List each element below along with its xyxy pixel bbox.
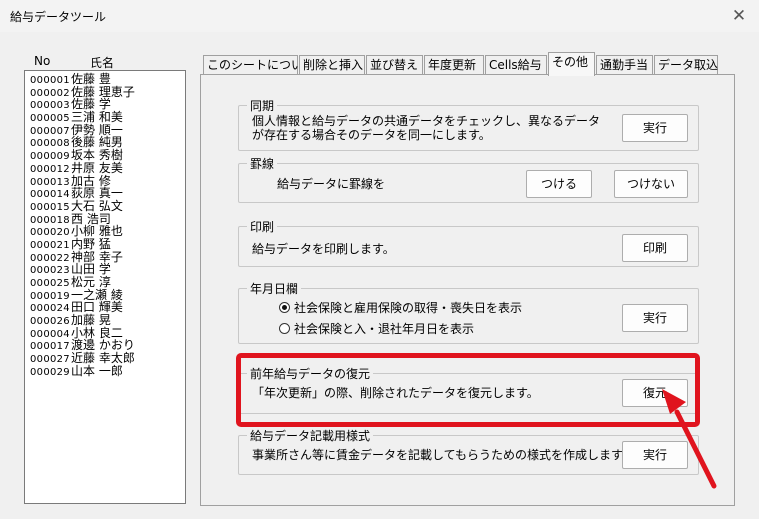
employee-name: 松元 淳 — [71, 275, 111, 289]
border-remove-button[interactable]: つけない — [614, 170, 688, 198]
tab-3[interactable]: 並び替え — [366, 55, 423, 75]
group-print: 印刷 給与データを印刷します。 印刷 — [238, 218, 699, 267]
group-date-column: 年月日欄 社会保険と雇用保険の取得・喪失日を表示 社会保険と入・退社年月日を表示… — [238, 280, 699, 344]
tab-2[interactable]: 削除と挿入 — [299, 55, 365, 75]
list-item[interactable]: 000029山本 一郎 — [30, 365, 185, 378]
employee-name: 佐藤 豊 — [71, 72, 111, 86]
employee-name: 内野 猛 — [71, 236, 111, 251]
sync-description-2: が存在する場合そのデータを同一にします。 — [252, 128, 491, 142]
format-description: 事業所さん等に賃金データを記載してもらうための様式を作成します。 — [252, 448, 634, 462]
date-option-1-label: 社会保険と雇用保険の取得・喪失日を表示 — [294, 301, 523, 315]
border-add-button[interactable]: つける — [526, 170, 592, 198]
group-format-title: 給与データ記載用様式 — [247, 427, 374, 444]
date-run-button[interactable]: 実行 — [622, 304, 688, 332]
list-header-name: 氏名 — [90, 56, 115, 70]
group-sync: 同期 個人情報と給与データの共通データをチェックし、異なるデータ が存在する場合… — [238, 97, 699, 151]
list-item[interactable]: 000027近藤 幸太郎 — [30, 352, 185, 365]
employee-name: 大石 弘文 — [71, 198, 123, 213]
tab-6[interactable]: その他 — [548, 52, 595, 76]
tab-1[interactable]: このシートについて — [203, 55, 315, 75]
list-item[interactable]: 000015大石 弘文 — [30, 200, 185, 213]
employee-list[interactable]: 000001佐藤 豊 000002佐藤 理恵子 000003佐藤 学 000005三浦… — [24, 70, 186, 504]
radio-checked-icon[interactable] — [279, 302, 290, 313]
employee-name: 荻原 真一 — [71, 186, 123, 201]
employee-name: 三浦 和美 — [71, 110, 123, 125]
group-border-title: 罫線 — [247, 155, 278, 172]
employee-name: 加藤 晃 — [71, 313, 111, 328]
employee-no: 000029 — [30, 366, 70, 378]
print-button[interactable]: 印刷 — [622, 234, 688, 262]
border-description: 給与データに罫線を — [277, 177, 386, 191]
tab-7[interactable]: 通勤手当 — [596, 55, 653, 75]
window-title: 給与データツール — [10, 10, 107, 24]
group-date-title: 年月日欄 — [247, 280, 302, 297]
print-description: 給与データを印刷します。 — [252, 242, 395, 256]
sync-run-button[interactable]: 実行 — [622, 114, 688, 142]
date-option-2-label: 社会保険と入・退社年月日を表示 — [294, 322, 475, 336]
sync-description-1: 個人情報と給与データの共通データをチェックし、異なるデータ — [252, 114, 601, 128]
group-format: 給与データ記載用様式 事業所さん等に賃金データを記載してもらうための様式を作成し… — [238, 427, 699, 475]
group-print-title: 印刷 — [247, 218, 278, 235]
employee-name: 坂本 秀樹 — [71, 148, 123, 163]
list-item[interactable]: 000014荻原 真一 — [30, 187, 185, 200]
tab-8[interactable]: データ取込 — [654, 55, 718, 75]
list-item[interactable]: 000026加藤 晃 — [30, 314, 185, 327]
list-item[interactable]: 000021内野 猛 — [30, 238, 185, 251]
title-bar: 給与データツール ✕ — [0, 0, 759, 32]
date-option-2[interactable]: 社会保険と入・退社年月日を表示 — [279, 320, 474, 337]
tab-5[interactable]: Cells給与 — [485, 55, 547, 75]
group-border: 罫線 給与データに罫線を つける つけない — [238, 155, 699, 203]
group-sync-title: 同期 — [247, 97, 278, 114]
list-header-no: No — [34, 54, 51, 68]
employee-name: 近藤 幸太郎 — [71, 351, 135, 366]
list-item[interactable]: 000025松元 淳 — [30, 276, 185, 289]
close-icon[interactable]: ✕ — [727, 4, 751, 28]
list-item[interactable]: 000012井原 友美 — [30, 162, 185, 175]
list-item[interactable]: 000009坂本 秀樹 — [30, 149, 185, 162]
list-item[interactable]: 000005三浦 和美 — [30, 111, 185, 124]
employee-name: 山本 一郎 — [71, 363, 123, 378]
list-item[interactable]: 000001佐藤 豊 — [30, 73, 185, 86]
tab-4[interactable]: 年度更新 — [424, 55, 484, 75]
tab-panel-other: 同期 個人情報と給与データの共通データをチェックし、異なるデータ が存在する場合… — [200, 74, 735, 506]
radio-unchecked-icon[interactable] — [279, 323, 290, 334]
date-option-1[interactable]: 社会保険と雇用保険の取得・喪失日を表示 — [279, 299, 522, 316]
highlight-box — [236, 353, 700, 427]
employee-name: 井原 友美 — [71, 160, 123, 175]
format-run-button[interactable]: 実行 — [622, 441, 688, 469]
